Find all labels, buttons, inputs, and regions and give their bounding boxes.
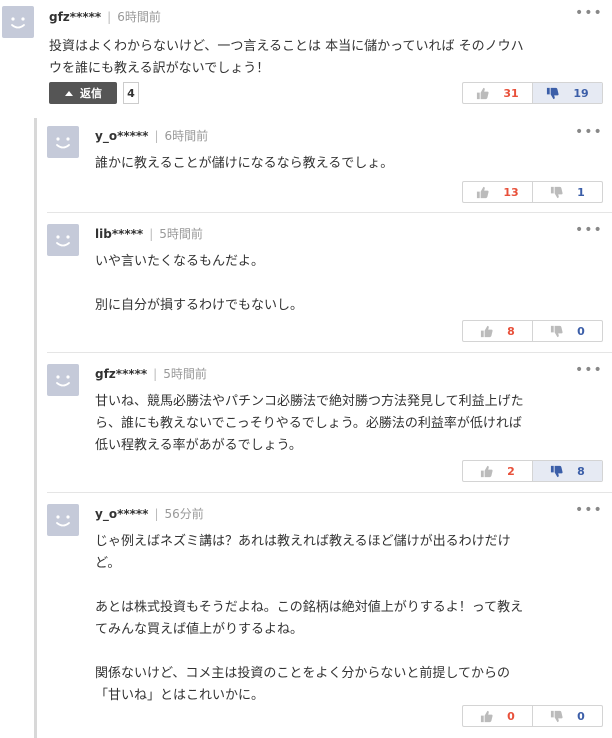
avatar [47,364,79,396]
timestamp: 6時間前 [117,10,161,24]
like-button[interactable]: 8 [463,321,532,341]
thumbs-down-icon [550,465,563,478]
reply-button[interactable]: 返信 [49,82,117,104]
divider [47,492,612,493]
comment-meta: gfz***** | 6時間前 [49,10,161,24]
more-icon[interactable]: ••• [575,502,603,518]
vote-box: 8 0 [462,320,603,342]
thumbs-down-icon [546,87,559,100]
avatar-icon [47,364,79,396]
thumbs-up-icon [476,186,489,199]
avatar [47,504,79,536]
like-button[interactable]: 31 [463,83,532,103]
like-button[interactable]: 0 [463,706,532,726]
comment-text: 甘いね、競馬必勝法やパチンコ必勝法で絶対勝つ方法発見して利益上げた ら、誰にも教… [95,394,524,453]
dislike-count: 0 [577,709,585,723]
dislike-count: 8 [577,464,585,478]
reply-label: 返信 [80,87,102,100]
like-count: 8 [507,324,515,338]
username[interactable]: y_o***** [95,507,148,521]
username[interactable]: y_o***** [95,129,148,143]
avatar [47,224,79,256]
timestamp: 6時間前 [164,129,209,143]
thumbs-up-icon [476,87,489,100]
more-icon[interactable]: ••• [575,362,603,378]
thumbs-up-icon [480,325,493,338]
comment-meta: gfz***** | 5時間前 [95,367,207,381]
like-count: 2 [507,464,515,478]
username[interactable]: lib***** [95,227,143,241]
like-button[interactable]: 13 [463,182,532,202]
reply-thread-line [34,118,37,738]
vote-box: 13 1 [462,181,603,203]
like-count: 31 [503,86,519,100]
dislike-button[interactable]: 8 [532,461,602,481]
caret-up-icon [65,91,73,96]
dislike-button[interactable]: 0 [532,321,602,341]
username[interactable]: gfz***** [49,10,101,24]
dislike-count: 1 [577,185,585,199]
dislike-button[interactable]: 0 [532,706,602,726]
dislike-count: 0 [577,324,585,338]
username[interactable]: gfz***** [95,367,147,381]
divider [47,352,612,353]
thumbs-up-icon [480,710,493,723]
vote-box: 0 0 [462,705,603,727]
like-count: 0 [507,709,515,723]
comment-text: じゃ例えばネズミ講は？あれは教えれば教えるほど儲けが出るわけだけ ど。 あとは株… [95,534,524,703]
more-icon[interactable]: ••• [575,222,603,238]
more-icon[interactable]: ••• [575,5,603,21]
comment-meta: lib***** | 5時間前 [95,227,203,241]
vote-box: 31 19 [462,82,603,104]
like-button[interactable]: 2 [463,461,532,481]
thumbs-down-icon [550,186,563,199]
avatar-icon [47,126,79,158]
comment-text: 投資はよくわからないけど、一つ言えることは 本当に儲かっていれば そのノウハ ウ… [49,39,524,76]
divider [47,212,612,213]
thumbs-up-icon [480,465,493,478]
thumbs-down-icon [550,710,563,723]
like-count: 13 [503,185,519,199]
vote-box: 2 8 [462,460,603,482]
avatar-icon [47,504,79,536]
reply-count: 4 [123,82,139,104]
avatar [47,126,79,158]
comment-meta: y_o***** | 56分前 [95,507,204,521]
more-icon[interactable]: ••• [575,124,603,140]
comment-text: いや言いたくなるもんだよ。 別に自分が損するわけでもないし。 [95,254,304,313]
avatar-icon [2,6,34,38]
thumbs-down-icon [550,325,563,338]
dislike-button[interactable]: 1 [532,182,602,202]
avatar-icon [47,224,79,256]
timestamp: 5時間前 [159,227,203,241]
dislike-button[interactable]: 19 [532,83,602,103]
timestamp: 5時間前 [163,367,207,381]
comment-text: 誰かに教えることが儲けになるなら教えるでしょ。 [95,156,394,171]
comment-meta: y_o***** | 6時間前 [95,129,209,143]
avatar [2,6,34,38]
dislike-count: 19 [573,86,589,100]
timestamp: 56分前 [164,507,204,521]
